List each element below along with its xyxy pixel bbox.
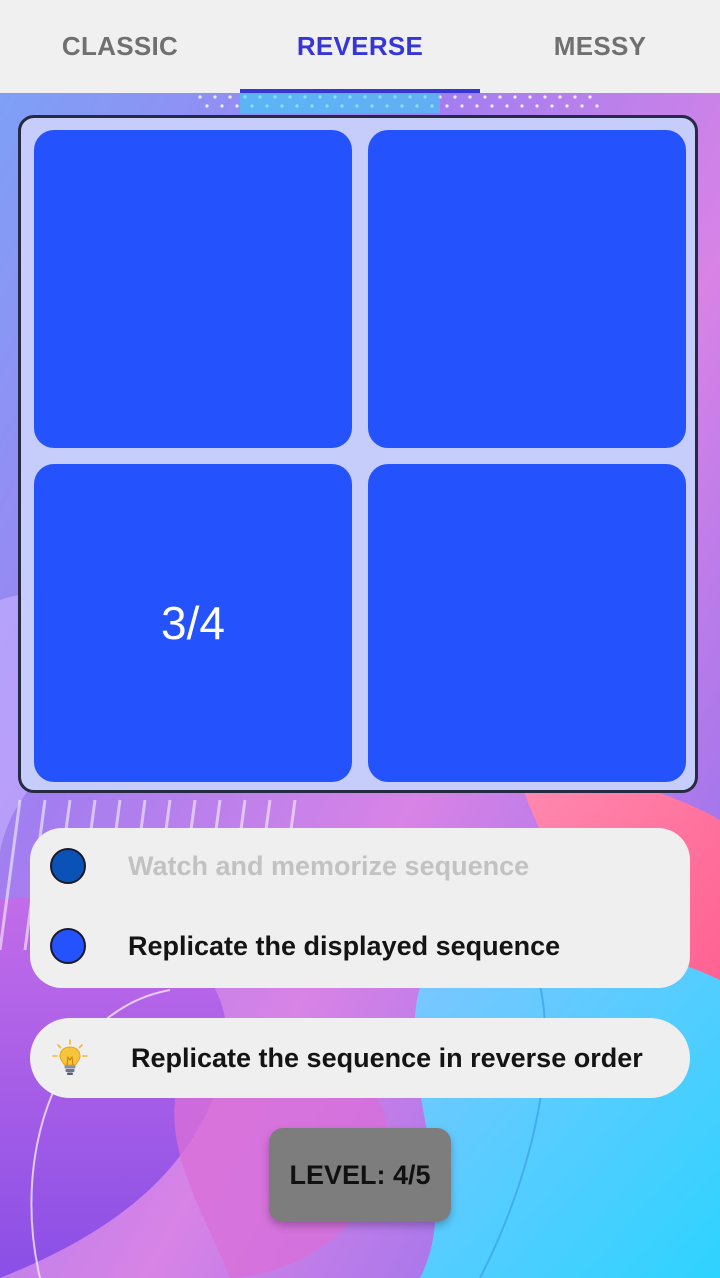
mode-tab-bar: CLASSIC REVERSE MESSY [0, 0, 720, 93]
step-label: Replicate the displayed sequence [128, 930, 561, 961]
game-board: 3/4 [18, 115, 698, 793]
step-indicator-dot [50, 848, 86, 884]
hint-text: Replicate the sequence in reverse order [131, 1042, 643, 1073]
step-indicator-dot [50, 928, 86, 964]
tile-bottom-right[interactable] [368, 464, 686, 782]
step-watch: Watch and memorize sequence [50, 848, 529, 884]
step-replicate: Replicate the displayed sequence [50, 928, 560, 964]
instruction-steps: Watch and memorize sequence Replicate th… [30, 828, 690, 988]
lightbulb-icon [52, 1039, 88, 1075]
step-label: Watch and memorize sequence [128, 850, 530, 881]
tile-top-right[interactable] [368, 130, 686, 448]
tile-bottom-left[interactable]: 3/4 [34, 464, 352, 782]
tab-messy[interactable]: MESSY [480, 0, 720, 93]
tab-classic[interactable]: CLASSIC [0, 0, 240, 93]
tile-top-left[interactable] [34, 130, 352, 448]
tab-reverse[interactable]: REVERSE [240, 0, 480, 93]
level-indicator: LEVEL: 4/5 [269, 1128, 451, 1222]
hint-banner: Replicate the sequence in reverse order [30, 1018, 690, 1098]
